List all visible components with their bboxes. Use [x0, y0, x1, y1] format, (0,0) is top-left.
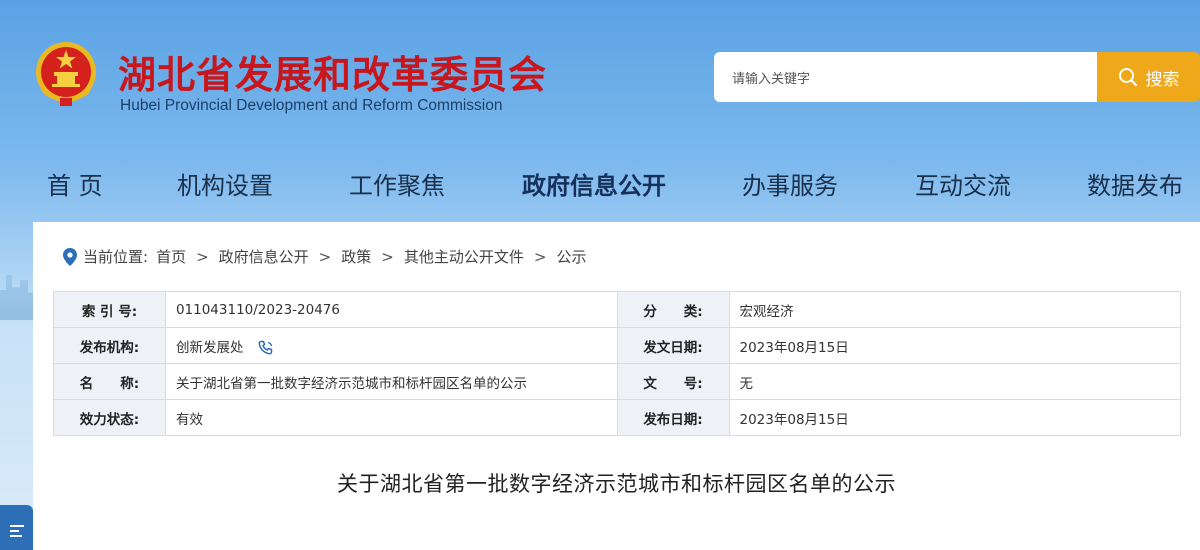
validity-value: 有效: [164, 399, 618, 436]
breadcrumb-separator: >: [381, 247, 394, 266]
category-value: 宏观经济: [728, 291, 1181, 328]
site-subtitle: Hubei Provincial Development and Reform …: [120, 97, 503, 114]
issue-date-value: 2023年08月15日: [728, 327, 1181, 364]
table-row: 名 称: 关于湖北省第一批数字经济示范城市和标杆园区名单的公示 文 号: 无: [53, 363, 1181, 400]
doc-name-value: 关于湖北省第一批数字经济示范城市和标杆园区名单的公示: [164, 363, 618, 400]
nav-item-services[interactable]: 办事服务: [742, 166, 838, 201]
national-emblem-icon: [36, 42, 96, 106]
doc-number-label: 文 号:: [616, 363, 730, 400]
publish-date-value: 2023年08月15日: [728, 399, 1181, 436]
site-header: 湖北省发展和改革委员会 Hubei Provincial Development…: [0, 0, 1200, 150]
location-pin-icon: [63, 247, 77, 266]
search-button-label: 搜索: [1145, 69, 1180, 90]
publisher-label: 发布机构:: [53, 327, 166, 364]
publisher-cell: 创新发展处: [164, 327, 618, 364]
issue-date-label: 发文日期:: [616, 327, 730, 364]
search-placeholder: 请输入关键字: [732, 71, 811, 87]
site-title: 湖北省发展和改革委员会: [118, 53, 548, 97]
main-nav: 首 页 机构设置 工作聚焦 政府信息公开 办事服务 互动交流 数据发布: [0, 160, 1200, 210]
breadcrumb-separator: >: [196, 247, 209, 266]
breadcrumb-separator: >: [318, 247, 332, 266]
nav-item-organization[interactable]: 机构设置: [177, 166, 273, 201]
side-menu-tab[interactable]: [0, 505, 33, 550]
search-input[interactable]: 请输入关键字: [714, 52, 1098, 102]
breadcrumb-link-other-docs[interactable]: 其他主动公开文件: [404, 246, 524, 267]
menu-list-icon: [9, 525, 24, 537]
nav-item-gov-info[interactable]: 政府信息公开: [522, 166, 666, 201]
nav-item-data-release[interactable]: 数据发布: [1087, 166, 1183, 201]
index-number-label: 索 引 号:: [53, 291, 166, 328]
content-panel: 当前位置: 首页 > 政府信息公开 > 政策 > 其他主动公开文件 > 公示 索…: [33, 222, 1200, 550]
breadcrumb-link-notice[interactable]: 公示: [556, 246, 586, 267]
nav-item-home[interactable]: 首 页: [47, 166, 103, 201]
search-button[interactable]: 搜索: [1097, 52, 1200, 102]
category-label: 分 类:: [616, 291, 730, 328]
breadcrumb-link-home[interactable]: 首页: [156, 246, 186, 267]
breadcrumb-link-policy[interactable]: 政策: [341, 246, 371, 267]
breadcrumb-separator: >: [533, 247, 547, 266]
table-row: 索 引 号: 011043110/2023-20476 分 类: 宏观经济: [53, 291, 1181, 328]
doc-number-value: 无: [728, 363, 1181, 400]
table-row: 效力状态: 有效 发布日期: 2023年08月15日: [53, 399, 1181, 436]
breadcrumb: 当前位置: 首页 > 政府信息公开 > 政策 > 其他主动公开文件 > 公示: [63, 246, 586, 267]
publisher-value: 创新发展处: [175, 339, 244, 356]
index-number-value: 011043110/2023-20476: [164, 291, 618, 328]
nav-item-interaction[interactable]: 互动交流: [915, 166, 1011, 201]
document-metadata-table: 索 引 号: 011043110/2023-20476 分 类: 宏观经济 发布…: [53, 291, 1181, 436]
document-title: 关于湖北省第一批数字经济示范城市和标杆园区名单的公示: [337, 472, 896, 496]
nav-item-work-focus[interactable]: 工作聚焦: [349, 166, 445, 201]
doc-name-label: 名 称:: [53, 363, 166, 400]
breadcrumb-prefix: 当前位置:: [83, 248, 149, 266]
phone-icon[interactable]: [258, 340, 274, 356]
breadcrumb-link-gov-info[interactable]: 政府信息公开: [219, 246, 309, 267]
validity-label: 效力状态:: [53, 399, 166, 436]
table-row: 发布机构: 创新发展处 发文日期: 2023年08月15日: [53, 327, 1181, 364]
publish-date-label: 发布日期:: [616, 399, 730, 436]
search-icon: [1118, 68, 1137, 87]
